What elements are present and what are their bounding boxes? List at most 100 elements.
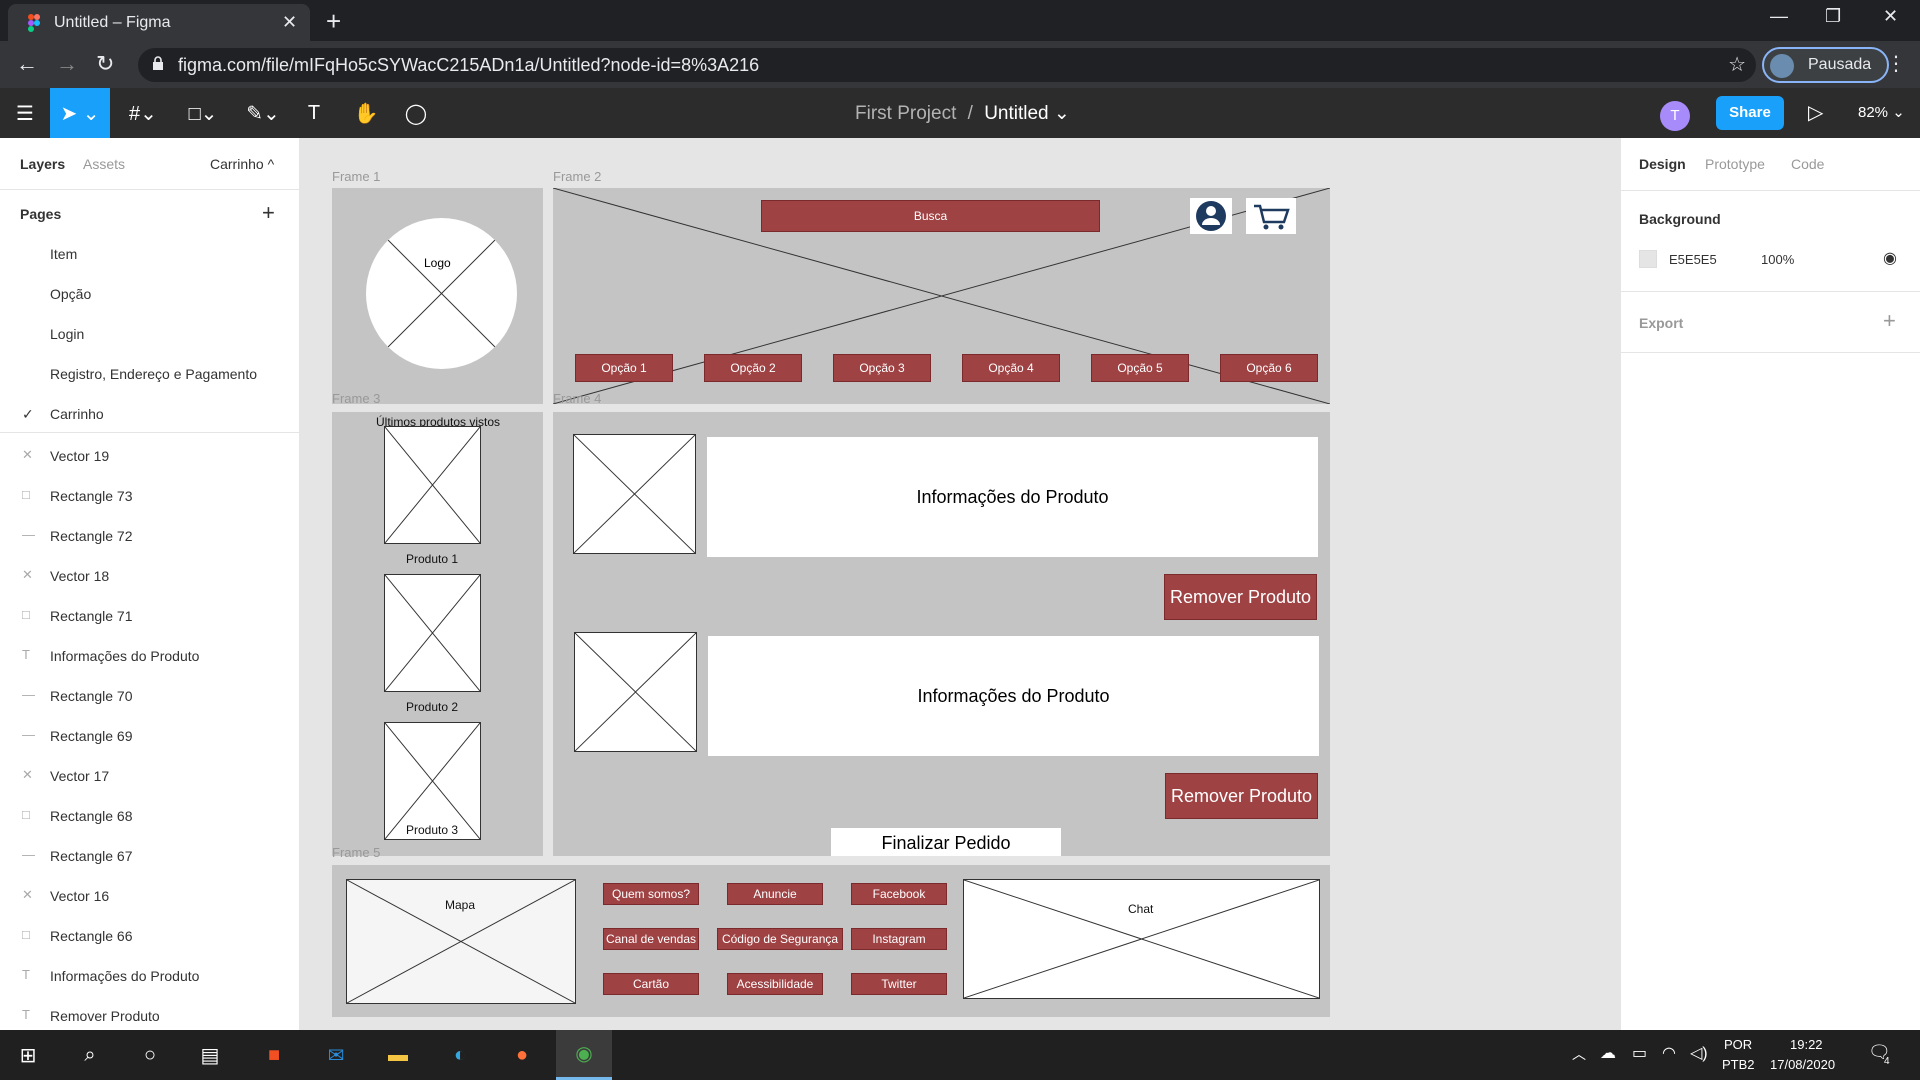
- footer-link[interactable]: Acessibilidade: [727, 973, 823, 995]
- background-swatch[interactable]: [1639, 250, 1657, 268]
- zoom-dropdown[interactable]: 82% ⌄: [1858, 103, 1905, 121]
- option-button[interactable]: Opção 6: [1220, 354, 1318, 382]
- new-tab-button[interactable]: +: [326, 6, 341, 37]
- footer-link[interactable]: Canal de vendas: [603, 928, 699, 950]
- option-button[interactable]: Opção 4: [962, 354, 1060, 382]
- shape-icon[interactable]: □⌄: [178, 88, 228, 138]
- product-thumbnail-placeholder[interactable]: [384, 574, 481, 692]
- cortana-icon[interactable]: ○: [122, 1030, 178, 1080]
- page-item[interactable]: ✓ Carrinho: [0, 394, 300, 434]
- onedrive-icon[interactable]: ☁: [1600, 1043, 1616, 1063]
- tab-prototype[interactable]: Prototype: [1705, 156, 1765, 172]
- move-icon[interactable]: ➤ ⌄: [50, 88, 110, 138]
- footer-link[interactable]: Instagram: [851, 928, 947, 950]
- frame-icon[interactable]: #⌄: [118, 88, 168, 138]
- layer-item[interactable]: □ Rectangle 66: [0, 916, 300, 956]
- layer-item[interactable]: ✕ Vector 19: [0, 436, 300, 476]
- remove-product-button[interactable]: Remover Produto: [1164, 574, 1317, 620]
- layer-item[interactable]: T Informações do Produto: [0, 956, 300, 996]
- pen-icon[interactable]: ✎⌄: [238, 88, 288, 138]
- firefox-icon[interactable]: ●: [494, 1030, 550, 1080]
- user-avatar[interactable]: T: [1660, 101, 1690, 131]
- footer-link[interactable]: Twitter: [851, 973, 947, 995]
- language-bottom[interactable]: PTB2: [1722, 1057, 1755, 1072]
- volume-icon[interactable]: ◁): [1690, 1043, 1708, 1063]
- tab-code[interactable]: Code: [1791, 156, 1824, 172]
- layer-item[interactable]: — Rectangle 67: [0, 836, 300, 876]
- text-icon[interactable]: T: [296, 88, 332, 138]
- windows-start-icon[interactable]: ⊞: [0, 1030, 56, 1080]
- page-item[interactable]: Item: [0, 234, 300, 274]
- tab-layers[interactable]: Layers: [20, 156, 65, 172]
- option-button[interactable]: Opção 1: [575, 354, 673, 382]
- frame4-label[interactable]: Frame 4: [553, 391, 601, 406]
- layer-item[interactable]: — Rectangle 70: [0, 676, 300, 716]
- store-icon[interactable]: ■: [246, 1030, 302, 1080]
- frame-3[interactable]: Últimos produtos vistos Produto 1 Produto…: [332, 412, 543, 856]
- close-tab-icon[interactable]: ✕: [282, 12, 297, 33]
- footer-link[interactable]: Facebook: [851, 883, 947, 905]
- finalize-order-button[interactable]: Finalizar Pedido: [831, 828, 1061, 856]
- clock-date[interactable]: 17/08/2020: [1770, 1057, 1835, 1072]
- hand-icon[interactable]: ✋: [346, 88, 386, 138]
- mail-icon[interactable]: ✉: [308, 1030, 364, 1080]
- footer-link[interactable]: Cartão: [603, 973, 699, 995]
- frame1-label[interactable]: Frame 1: [332, 169, 380, 184]
- tray-chevron-icon[interactable]: ︿: [1572, 1044, 1586, 1064]
- file-name[interactable]: Untitled ⌄: [984, 103, 1070, 124]
- layer-item[interactable]: ✕ Vector 17: [0, 756, 300, 796]
- browser-tab[interactable]: Untitled – Figma ✕: [8, 4, 310, 41]
- back-icon[interactable]: ←: [16, 51, 38, 77]
- layer-item[interactable]: □ Rectangle 71: [0, 596, 300, 636]
- user-account-icon[interactable]: [1190, 198, 1232, 234]
- frame5-label[interactable]: Frame 5: [332, 845, 380, 860]
- frame-2[interactable]: Busca Opção 1 Opção 2 Opção 3 Opção 4 Opção …: [553, 188, 1330, 404]
- layer-item[interactable]: □ Rectangle 68: [0, 796, 300, 836]
- language-top[interactable]: POR: [1724, 1037, 1752, 1052]
- figma-canvas[interactable]: Frame 1 Logo Frame 2 Busca Opção 1 Opção …: [300, 138, 1620, 1030]
- url-field[interactable]: figma.com/file/mIFqHo5cSYWacC215ADn1a/Un…: [138, 48, 1756, 82]
- comment-icon[interactable]: ◯: [396, 88, 436, 138]
- layer-item[interactable]: — Rectangle 72: [0, 516, 300, 556]
- browser-menu-icon[interactable]: ⋮: [1886, 51, 1906, 76]
- visibility-eye-icon[interactable]: ◉: [1883, 248, 1897, 268]
- footer-link[interactable]: Quem somos?: [603, 883, 699, 905]
- layer-item[interactable]: □ Rectangle 73: [0, 476, 300, 516]
- background-opacity[interactable]: 100%: [1761, 252, 1794, 267]
- cart-icon[interactable]: [1246, 198, 1296, 234]
- menu-icon[interactable]: ☰: [0, 88, 50, 138]
- frame3-label[interactable]: Frame 3: [332, 391, 380, 406]
- clock-time[interactable]: 19:22: [1790, 1037, 1823, 1052]
- present-icon[interactable]: ▷: [1808, 100, 1823, 125]
- edge-icon[interactable]: ◐: [432, 1030, 488, 1080]
- frame-5[interactable]: Mapa Quem somos? Anuncie Facebook Canal de …: [332, 865, 1330, 1017]
- restore-button[interactable]: ❐: [1825, 6, 1841, 27]
- option-button[interactable]: Opção 2: [704, 354, 802, 382]
- bookmark-star-icon[interactable]: ☆: [1728, 52, 1746, 77]
- page-item[interactable]: Opção: [0, 274, 300, 314]
- minimize-button[interactable]: —: [1770, 6, 1788, 27]
- footer-link[interactable]: Código de Segurança: [717, 928, 843, 950]
- project-name[interactable]: First Project: [855, 103, 956, 124]
- wifi-icon[interactable]: ◠: [1662, 1043, 1676, 1063]
- add-page-icon[interactable]: +: [262, 200, 275, 226]
- layer-item[interactable]: T Informações do Produto: [0, 636, 300, 676]
- forward-icon[interactable]: →: [56, 51, 78, 77]
- file-explorer-icon[interactable]: ▬: [370, 1030, 426, 1080]
- frame2-label[interactable]: Frame 2: [553, 169, 601, 184]
- profile-button[interactable]: Pausada: [1762, 47, 1889, 83]
- layer-item[interactable]: — Rectangle 69: [0, 716, 300, 756]
- reload-icon[interactable]: ↻: [96, 51, 114, 77]
- option-button[interactable]: Opção 5: [1091, 354, 1189, 382]
- page-item[interactable]: Registro, Endereço e Pagamento: [0, 354, 300, 394]
- tab-design[interactable]: Design: [1639, 156, 1686, 172]
- battery-icon[interactable]: ▭: [1632, 1043, 1647, 1063]
- page-item[interactable]: Login: [0, 314, 300, 354]
- product-thumbnail-placeholder[interactable]: [384, 426, 481, 544]
- footer-link[interactable]: Anuncie: [727, 883, 823, 905]
- task-view-icon[interactable]: ▤: [182, 1030, 238, 1080]
- option-button[interactable]: Opção 3: [833, 354, 931, 382]
- current-page-dropdown[interactable]: Carrinho ^: [210, 156, 274, 172]
- background-hex[interactable]: E5E5E5: [1669, 252, 1717, 267]
- add-export-icon[interactable]: +: [1883, 308, 1896, 334]
